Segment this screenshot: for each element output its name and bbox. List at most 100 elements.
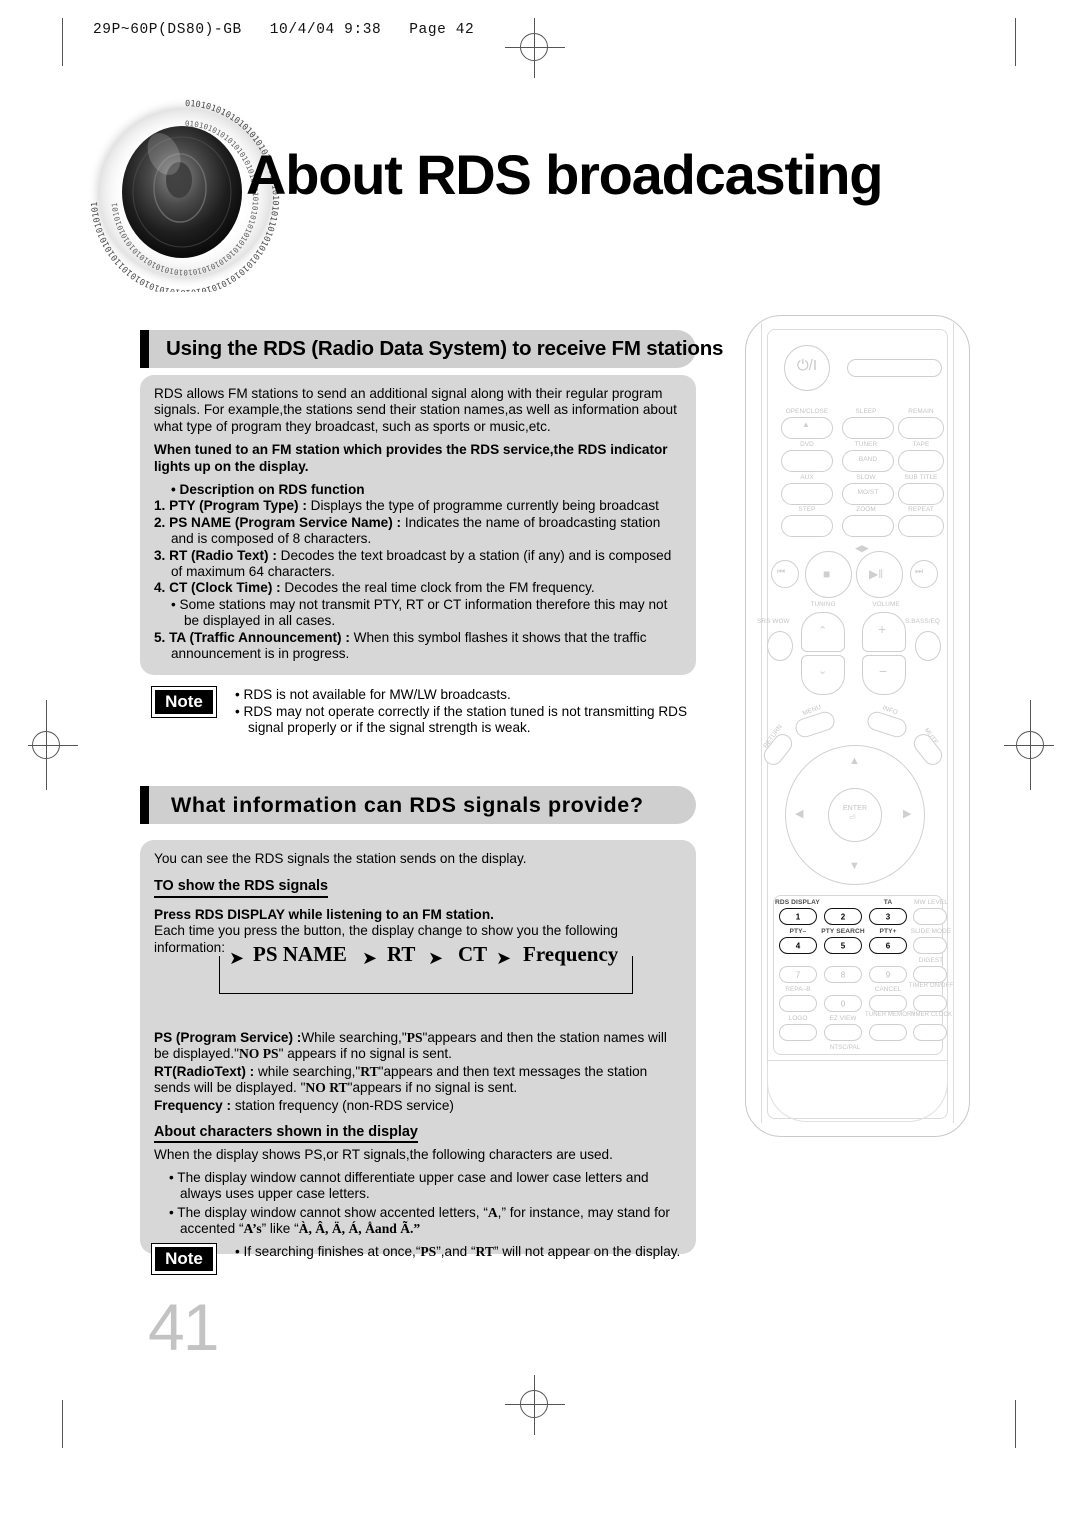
key-3-number: 3 bbox=[885, 912, 891, 921]
def-ps-a: While searching," bbox=[301, 1030, 407, 1046]
section-heading-1-label: Using the RDS (Radio Data System) to rec… bbox=[166, 337, 724, 360]
button-aux[interactable] bbox=[781, 483, 833, 505]
label-tuning: TUNING bbox=[810, 601, 836, 608]
def-ps-q2: NO PS bbox=[238, 1046, 279, 1062]
minus-icon: − bbox=[879, 663, 888, 679]
note2-q2: RT bbox=[475, 1244, 494, 1259]
registration-mark-top bbox=[505, 18, 565, 78]
section2-bullet-2: • The display window cannot show accente… bbox=[154, 1205, 682, 1238]
note-1-bullet-1: • RDS is not available for MW/LW broadca… bbox=[235, 687, 511, 702]
button-pty-minus[interactable]: 4 bbox=[779, 937, 817, 954]
button-sleep[interactable] bbox=[842, 417, 894, 439]
note-block-2: Note • If searching finishes at once,“PS… bbox=[151, 1243, 697, 1275]
button-repeat[interactable] bbox=[898, 515, 944, 537]
button-timer-on-off[interactable] bbox=[913, 995, 947, 1012]
accent-letter-A: A bbox=[487, 1204, 498, 1220]
page-number: 41 bbox=[148, 1290, 219, 1364]
button-ta[interactable]: 3 bbox=[869, 908, 907, 925]
rds-item-1-num: 1. bbox=[154, 498, 166, 514]
def-frequency-term: Frequency : bbox=[154, 1097, 232, 1113]
label-digest: DIGEST bbox=[918, 957, 944, 964]
def-ps: PS (Program Service) :While searching,"P… bbox=[154, 1030, 682, 1063]
button-s-bass-eq[interactable] bbox=[915, 631, 941, 661]
button-tape[interactable] bbox=[898, 450, 944, 472]
button-mw-level[interactable] bbox=[913, 908, 947, 925]
button-zoom[interactable] bbox=[842, 515, 894, 537]
label-logo: LOGO bbox=[788, 1015, 808, 1022]
button-key-2[interactable]: 2 bbox=[824, 908, 862, 925]
rds-item-2: 2. PS NAME (Program Service Name) : Indi… bbox=[154, 515, 682, 548]
button-key-7[interactable]: 7 bbox=[779, 966, 817, 983]
key-9-number: 9 bbox=[885, 970, 891, 979]
enter-icon: ⏎ bbox=[849, 813, 856, 822]
button-rds-display[interactable]: 1 bbox=[779, 908, 817, 925]
button-pty-plus[interactable]: 6 bbox=[869, 937, 907, 954]
section2-sub2-line: When the display shows PS,or RT signals,… bbox=[154, 1147, 613, 1163]
label-volume: VOLUME bbox=[872, 601, 900, 608]
rds-bold-note: When tuned to an FM station which provid… bbox=[154, 442, 668, 474]
button-slide-mode[interactable] bbox=[913, 937, 947, 954]
registration-mark-right bbox=[1002, 700, 1062, 790]
button-step[interactable] bbox=[781, 515, 833, 537]
label-ez-view: EZ VIEW bbox=[829, 1015, 857, 1022]
key-5-number: 5 bbox=[840, 941, 846, 950]
label-repeat-a-b: REPA–B bbox=[785, 986, 811, 993]
label-repeat: REPEAT bbox=[908, 506, 934, 513]
label-open-close: OPEN/CLOSE bbox=[785, 408, 829, 415]
button-sub-title[interactable] bbox=[898, 483, 944, 505]
def-frequency: Frequency : station frequency (non-RDS s… bbox=[154, 1098, 682, 1114]
label-slow: SLOW bbox=[856, 474, 876, 481]
def-rt-a: while searching," bbox=[254, 1063, 361, 1079]
button-logo[interactable] bbox=[779, 1024, 817, 1041]
label-dvd: DVD bbox=[800, 441, 814, 448]
label-pty-plus: PTY+ bbox=[879, 928, 897, 935]
button-cancel[interactable] bbox=[869, 995, 907, 1012]
def-frequency-a: station frequency (non-RDS service) bbox=[231, 1097, 454, 1113]
rds-item-3-num: 3. bbox=[154, 547, 166, 563]
eject-icon: ▲ bbox=[802, 420, 810, 429]
rds-item-2-num: 2. bbox=[154, 514, 166, 530]
section-heading-2-label: What information can RDS signals provide… bbox=[171, 792, 644, 817]
rds-item-4-num: 4. bbox=[154, 580, 166, 596]
button-pty-search[interactable]: 5 bbox=[824, 937, 862, 954]
button-repeat-a-b[interactable] bbox=[779, 995, 817, 1012]
note-1-body: • RDS is not available for MW/LW broadca… bbox=[216, 686, 697, 737]
registration-mark-left bbox=[18, 700, 78, 790]
key-8-number: 8 bbox=[840, 970, 846, 979]
button-timer-clock[interactable] bbox=[913, 1024, 947, 1041]
page-title-block: 0101010101010101010101010101010110101010… bbox=[78, 92, 908, 292]
heading-tick-2 bbox=[140, 786, 149, 824]
def-rt-term: RT(RadioText) : bbox=[154, 1063, 255, 1079]
button-dvd[interactable] bbox=[781, 450, 833, 472]
accent-part-c: ” like “ bbox=[261, 1221, 299, 1237]
rds-sub-bullet: • Some stations may not transmit PTY, RT… bbox=[171, 596, 668, 629]
button-remain[interactable] bbox=[898, 417, 944, 439]
button-key-0[interactable]: 0 bbox=[824, 995, 862, 1012]
label-pty-search: PTY SEARCH bbox=[821, 928, 865, 935]
button-srs-wow[interactable] bbox=[767, 631, 793, 661]
rds-item-4: 4. CT (Clock Time) : Decodes the real ti… bbox=[154, 580, 682, 596]
rds-list-title: • Description on RDS function bbox=[171, 482, 365, 498]
nav-down-icon[interactable]: ▼ bbox=[849, 860, 860, 872]
note-2-bullet: • If searching finishes at once,“PS”,and… bbox=[235, 1244, 680, 1261]
button-key-9[interactable]: 9 bbox=[869, 966, 907, 983]
section2-intro: You can see the RDS signals the station … bbox=[154, 851, 527, 866]
nav-right-icon[interactable]: ▶ bbox=[903, 807, 911, 820]
label-aux: AUX bbox=[800, 474, 814, 481]
button-digest[interactable] bbox=[913, 966, 947, 983]
label-band: BAND bbox=[858, 456, 878, 463]
plus-icon: + bbox=[878, 621, 887, 637]
button-tuner-memory[interactable] bbox=[869, 1024, 907, 1041]
note2-part-a: • If searching finishes at once,“ bbox=[235, 1244, 421, 1259]
button-ez-view[interactable] bbox=[824, 1024, 862, 1041]
rds-item-5-num: 5. bbox=[154, 629, 166, 645]
nav-up-icon[interactable]: ▲ bbox=[849, 755, 860, 767]
rds-item-4-term: CT (Clock Time) : bbox=[169, 580, 281, 596]
button-key-8[interactable]: 8 bbox=[824, 966, 862, 983]
rds-item-5: 5. TA (Traffic Announcement) : When this… bbox=[154, 630, 682, 663]
label-rds-display: RDS DISPLAY bbox=[775, 899, 820, 906]
nav-left-icon[interactable]: ◀ bbox=[795, 807, 803, 820]
def-rt-q2: NO RT bbox=[305, 1080, 348, 1096]
note-block-1: Note • RDS is not available for MW/LW br… bbox=[151, 686, 697, 737]
chevron-down-icon: ⌄ bbox=[818, 665, 828, 677]
